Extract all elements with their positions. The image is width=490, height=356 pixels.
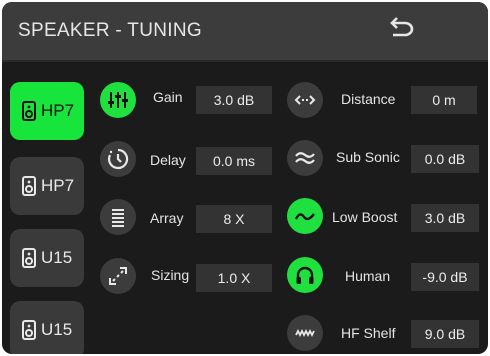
distance-value-field[interactable]: 0 m — [411, 86, 477, 114]
low-wave-icon — [294, 213, 315, 221]
gain-button[interactable] — [100, 82, 136, 118]
zigzag-wave-icon — [295, 328, 315, 338]
header-bar: SPEAKER - TUNING — [2, 2, 488, 62]
hf-shelf-value-field[interactable]: 9.0 dB — [411, 320, 479, 348]
sub-sonic-value-field[interactable]: 0.0 dB — [411, 145, 479, 173]
hf-shelf-label: HF Shelf — [341, 325, 396, 341]
sub-sonic-button[interactable] — [287, 140, 323, 176]
delay-label: Delay — [150, 152, 186, 168]
speaker-icon — [22, 101, 36, 121]
low-boost-button[interactable] — [287, 198, 323, 234]
speaker-tab-label: HP7 — [41, 101, 75, 120]
delay-value-field[interactable]: 0.0 ms — [196, 147, 272, 175]
sizing-value-field[interactable]: 1.0 X — [196, 264, 272, 292]
tuning-panel: SPEAKER - TUNING HP7 HP7 U15 U15 Gain 3.… — [2, 2, 488, 354]
speaker-tab-label: HP7 — [41, 176, 75, 195]
distance-label: Distance — [341, 91, 396, 107]
human-button[interactable] — [287, 257, 323, 293]
sizing-button[interactable] — [100, 258, 136, 294]
speaker-icon — [22, 176, 36, 196]
array-label: Array — [150, 210, 184, 226]
array-value-field[interactable]: 8 X — [196, 205, 272, 233]
speaker-tab-2[interactable]: HP7 — [10, 157, 84, 215]
human-label: Human — [345, 268, 391, 284]
speaker-tab-4[interactable]: U15 — [10, 301, 84, 354]
undo-arrow-icon — [390, 17, 414, 37]
array-button[interactable] — [100, 199, 136, 235]
gain-label: Gain — [153, 89, 183, 105]
screen: SPEAKER - TUNING HP7 HP7 U15 U15 Gain 3.… — [0, 0, 490, 356]
wave-approx-icon — [295, 152, 315, 164]
delay-button[interactable] — [100, 141, 136, 177]
human-value-field[interactable]: -9.0 dB — [411, 263, 479, 291]
clock-icon — [107, 148, 129, 170]
speaker-tab-label: U15 — [41, 320, 73, 339]
horizontal-arrows-icon — [294, 95, 316, 105]
stack-lines-icon — [112, 209, 124, 227]
low-boost-label: Low Boost — [332, 209, 398, 225]
speaker-icon — [22, 320, 36, 340]
hf-shelf-button[interactable] — [287, 315, 323, 351]
gain-value-field[interactable]: 3.0 dB — [196, 86, 272, 114]
speaker-tab-3[interactable]: U15 — [10, 229, 84, 287]
equalizer-sliders-icon — [108, 92, 128, 108]
speaker-tab-1[interactable]: HP7 — [10, 82, 84, 140]
low-boost-value-field[interactable]: 3.0 dB — [411, 204, 479, 232]
sub-sonic-label: Sub Sonic — [336, 149, 400, 165]
sizing-label: Sizing — [151, 267, 190, 283]
headphones-icon — [296, 266, 314, 284]
speaker-tab-label: U15 — [41, 248, 73, 267]
distance-button[interactable] — [287, 82, 323, 118]
speaker-icon — [22, 248, 36, 268]
page-title: SPEAKER - TUNING — [18, 20, 202, 41]
back-button[interactable] — [384, 14, 418, 46]
resize-arrows-icon — [109, 267, 127, 285]
